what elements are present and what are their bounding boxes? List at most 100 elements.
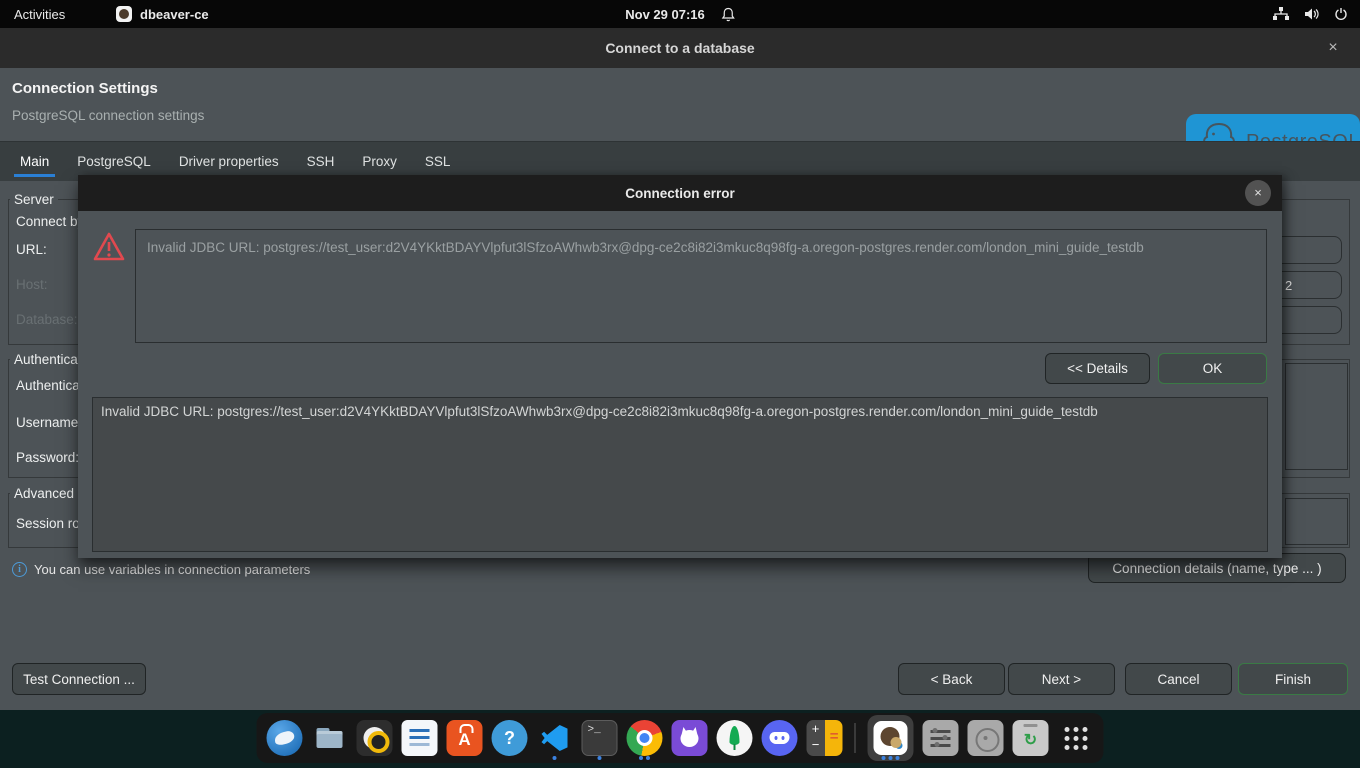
next-button[interactable]: Next > xyxy=(1008,663,1115,695)
back-button[interactable]: < Back xyxy=(898,663,1005,695)
variables-hint-text: You can use variables in connection para… xyxy=(34,562,310,577)
page-title: Connection Settings xyxy=(12,80,158,97)
port-value: 2 xyxy=(1285,278,1292,293)
github-icon xyxy=(672,720,708,756)
window-title: Connect to a database xyxy=(605,40,754,56)
calculator-icon: +−= xyxy=(807,720,843,756)
calc-minus-glyph: − xyxy=(811,737,821,753)
cancel-button[interactable]: Cancel xyxy=(1125,663,1232,695)
dock-item-settings[interactable] xyxy=(923,716,959,760)
variables-hint: i You can use variables in connection pa… xyxy=(12,562,310,577)
running-indicator xyxy=(553,756,557,760)
password-label: Password: xyxy=(16,450,79,465)
tab-driver-properties[interactable]: Driver properties xyxy=(179,144,279,179)
system-top-bar: Activities dbeaver-ce Nov 29 07:16 xyxy=(0,0,1360,28)
dock-item-dbeaver-active[interactable] xyxy=(868,716,914,760)
dock-item-ubuntu-software[interactable]: A xyxy=(447,716,483,760)
error-warning-icon xyxy=(92,231,126,268)
system-status-area[interactable] xyxy=(1273,7,1348,21)
error-details-text[interactable]: Invalid JDBC URL: postgres://test_user:d… xyxy=(92,397,1268,552)
tab-ssl[interactable]: SSL xyxy=(425,144,451,179)
running-indicator xyxy=(598,756,602,760)
software-store-icon: A xyxy=(447,720,483,756)
host-label: Host: xyxy=(16,277,48,292)
dock-separator xyxy=(855,723,856,753)
dock-item-calculator[interactable]: +−= xyxy=(807,716,843,760)
dock-item-rhythmbox[interactable] xyxy=(357,716,393,760)
dbeaver-app-icon xyxy=(116,6,132,22)
username-label: Username: xyxy=(16,415,82,430)
error-dialog-titlebar[interactable]: Connection error × xyxy=(78,175,1282,211)
tab-ssh[interactable]: SSH xyxy=(307,144,335,179)
server-group-label: Server xyxy=(10,192,58,207)
window-close-button[interactable]: × xyxy=(1322,37,1344,59)
tab-proxy[interactable]: Proxy xyxy=(362,144,397,179)
dock-item-libreoffice-writer[interactable] xyxy=(402,716,438,760)
error-message-box: Invalid JDBC URL: postgres://test_user:d… xyxy=(135,229,1267,343)
mongodb-leaf-icon xyxy=(717,720,753,756)
window-titlebar[interactable]: Connect to a database × xyxy=(0,28,1360,68)
dock-item-thunderbird[interactable] xyxy=(267,716,303,760)
help-question-mark: ? xyxy=(504,728,515,749)
dbeaver-icon xyxy=(874,721,908,755)
help-icon: ? xyxy=(492,720,528,756)
trash-recycle-icon: ↻ xyxy=(1013,720,1049,756)
thunderbird-icon xyxy=(267,720,303,756)
tab-main[interactable]: Main xyxy=(20,144,49,179)
test-connection-button[interactable]: Test Connection ... xyxy=(12,663,146,695)
dock-item-discord[interactable] xyxy=(762,716,798,760)
error-dialog-title: Connection error xyxy=(625,186,735,201)
chrome-icon xyxy=(627,720,663,756)
details-toggle-button[interactable]: << Details xyxy=(1045,353,1150,384)
active-app-highlight xyxy=(868,715,914,761)
terminal-icon: >_ xyxy=(582,720,618,756)
writer-document-icon xyxy=(402,720,438,756)
dock-item-disks[interactable] xyxy=(968,716,1004,760)
activities-button[interactable]: Activities xyxy=(14,7,65,22)
running-indicator xyxy=(882,756,900,760)
calc-plus-glyph: + xyxy=(811,721,821,737)
running-indicator xyxy=(639,756,650,760)
desktop-screen: Activities dbeaver-ce Nov 29 07:16 Co xyxy=(0,0,1360,768)
calc-equals-glyph: = xyxy=(830,728,839,745)
discord-icon xyxy=(762,720,798,756)
connection-error-dialog: Connection error × Invalid JDBC URL: pos… xyxy=(78,175,1282,558)
url-label: URL: xyxy=(16,242,47,257)
tab-postgresql[interactable]: PostgreSQL xyxy=(77,144,151,179)
advanced-group-label: Advanced xyxy=(10,486,78,501)
power-icon xyxy=(1334,7,1348,21)
database-label: Database: xyxy=(16,312,78,327)
advanced-panel-fragment xyxy=(1285,498,1348,545)
rhythmbox-icon xyxy=(357,720,393,756)
clock-menu[interactable]: Nov 29 07:16 xyxy=(625,7,735,22)
auth-panel-fragment xyxy=(1285,363,1348,470)
dock: A ? >_ +−= ↻ xyxy=(257,713,1104,763)
dock-item-terminal[interactable]: >_ xyxy=(582,716,618,760)
files-folder-icon xyxy=(312,720,348,756)
app-grid-icon xyxy=(1058,720,1094,756)
ok-button[interactable]: OK xyxy=(1158,353,1267,384)
focused-app-name: dbeaver-ce xyxy=(140,7,209,22)
info-icon: i xyxy=(12,562,27,577)
dock-item-chrome[interactable] xyxy=(627,716,663,760)
dock-item-trash[interactable]: ↻ xyxy=(1013,716,1049,760)
notification-bell-icon xyxy=(721,7,735,22)
focused-app-menu[interactable]: dbeaver-ce xyxy=(116,6,209,22)
volume-icon xyxy=(1304,7,1319,21)
dock-item-vscode[interactable] xyxy=(537,716,573,760)
terminal-prompt-glyph: >_ xyxy=(588,724,601,736)
dock-item-app-grid[interactable] xyxy=(1058,716,1094,760)
finish-button[interactable]: Finish xyxy=(1238,663,1348,695)
dock-item-github-desktop[interactable] xyxy=(672,716,708,760)
error-dialog-close-button[interactable]: × xyxy=(1245,180,1271,206)
clock-label: Nov 29 07:16 xyxy=(625,7,705,22)
dock-item-files[interactable] xyxy=(312,716,348,760)
vscode-icon xyxy=(537,720,573,756)
dock-item-mongodb-compass[interactable] xyxy=(717,716,753,760)
disk-icon xyxy=(968,720,1004,756)
page-subtitle: PostgreSQL connection settings xyxy=(12,108,204,123)
network-icon xyxy=(1273,7,1289,21)
software-letter: A xyxy=(458,730,470,750)
wizard-header: Connection Settings PostgreSQL connectio… xyxy=(0,68,1360,141)
dock-item-help[interactable]: ? xyxy=(492,716,528,760)
